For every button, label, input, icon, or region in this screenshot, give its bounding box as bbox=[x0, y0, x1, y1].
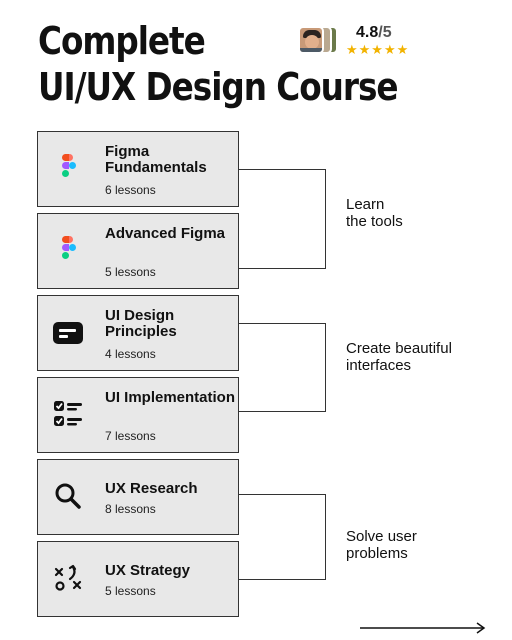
figma-icon bbox=[62, 154, 76, 177]
module-card-ui-design-principles[interactable]: UI Design Principles 4 lessons bbox=[37, 295, 239, 371]
strategy-icon bbox=[54, 564, 82, 591]
star-rating-icons: ★★★★★ bbox=[346, 42, 410, 57]
group-label-learn-tools: Learn the tools bbox=[346, 196, 403, 230]
lesson-count: 8 lessons bbox=[105, 502, 156, 516]
figma-icon bbox=[62, 236, 76, 259]
card-layout-icon bbox=[53, 322, 83, 344]
module-title: UI Implementation bbox=[105, 389, 236, 406]
module-title: UI Design Principles bbox=[105, 307, 177, 340]
lesson-count: 6 lessons bbox=[105, 183, 156, 197]
search-icon bbox=[55, 483, 81, 509]
module-title: Advanced Figma bbox=[105, 225, 226, 242]
group-label-line: Learn bbox=[346, 196, 385, 213]
group-bracket-interfaces bbox=[239, 323, 326, 412]
lesson-count: 4 lessons bbox=[105, 347, 156, 361]
group-label-line: Solve user bbox=[346, 528, 417, 545]
lesson-count: 5 lessons bbox=[105, 584, 156, 598]
group-label-line: Create beautiful bbox=[346, 340, 452, 357]
rating-value: 4.8 bbox=[356, 24, 379, 41]
module-card-ui-implementation[interactable]: UI Implementation 7 lessons bbox=[37, 377, 239, 453]
rating-score: 4.8/5 bbox=[356, 24, 392, 42]
module-card-figma-fundamentals[interactable]: Figma Fundamentals 6 lessons bbox=[37, 131, 239, 207]
group-label-line: interfaces bbox=[346, 357, 412, 374]
rating-max: /5 bbox=[378, 24, 392, 41]
group-bracket-tools bbox=[239, 169, 326, 269]
group-bracket-problems bbox=[239, 494, 326, 580]
rating-block: 4.8/5 ★★★★★ bbox=[298, 24, 428, 58]
avatar bbox=[298, 26, 324, 54]
module-title: UX Research bbox=[105, 480, 198, 497]
group-label-line: problems bbox=[346, 545, 408, 562]
module-title: Figma Fundamentals bbox=[105, 143, 207, 176]
group-label-user-problems: Solve user problems bbox=[346, 528, 417, 562]
module-card-advanced-figma[interactable]: Advanced Figma 5 lessons bbox=[37, 213, 239, 289]
module-title: UX Strategy bbox=[105, 562, 191, 579]
title-line-2: UI/UX Design Course bbox=[38, 65, 399, 109]
module-card-ux-research[interactable]: UX Research 8 lessons bbox=[37, 459, 239, 535]
lesson-count: 5 lessons bbox=[105, 265, 156, 279]
checklist-icon bbox=[54, 401, 82, 426]
avatar-stack bbox=[298, 26, 342, 56]
lesson-count: 7 lessons bbox=[105, 429, 156, 443]
group-label-interfaces: Create beautiful interfaces bbox=[346, 340, 452, 374]
module-card-ux-strategy[interactable]: UX Strategy 5 lessons bbox=[37, 541, 239, 617]
arrow-right-icon[interactable] bbox=[360, 622, 486, 634]
group-label-line: the tools bbox=[346, 213, 403, 230]
